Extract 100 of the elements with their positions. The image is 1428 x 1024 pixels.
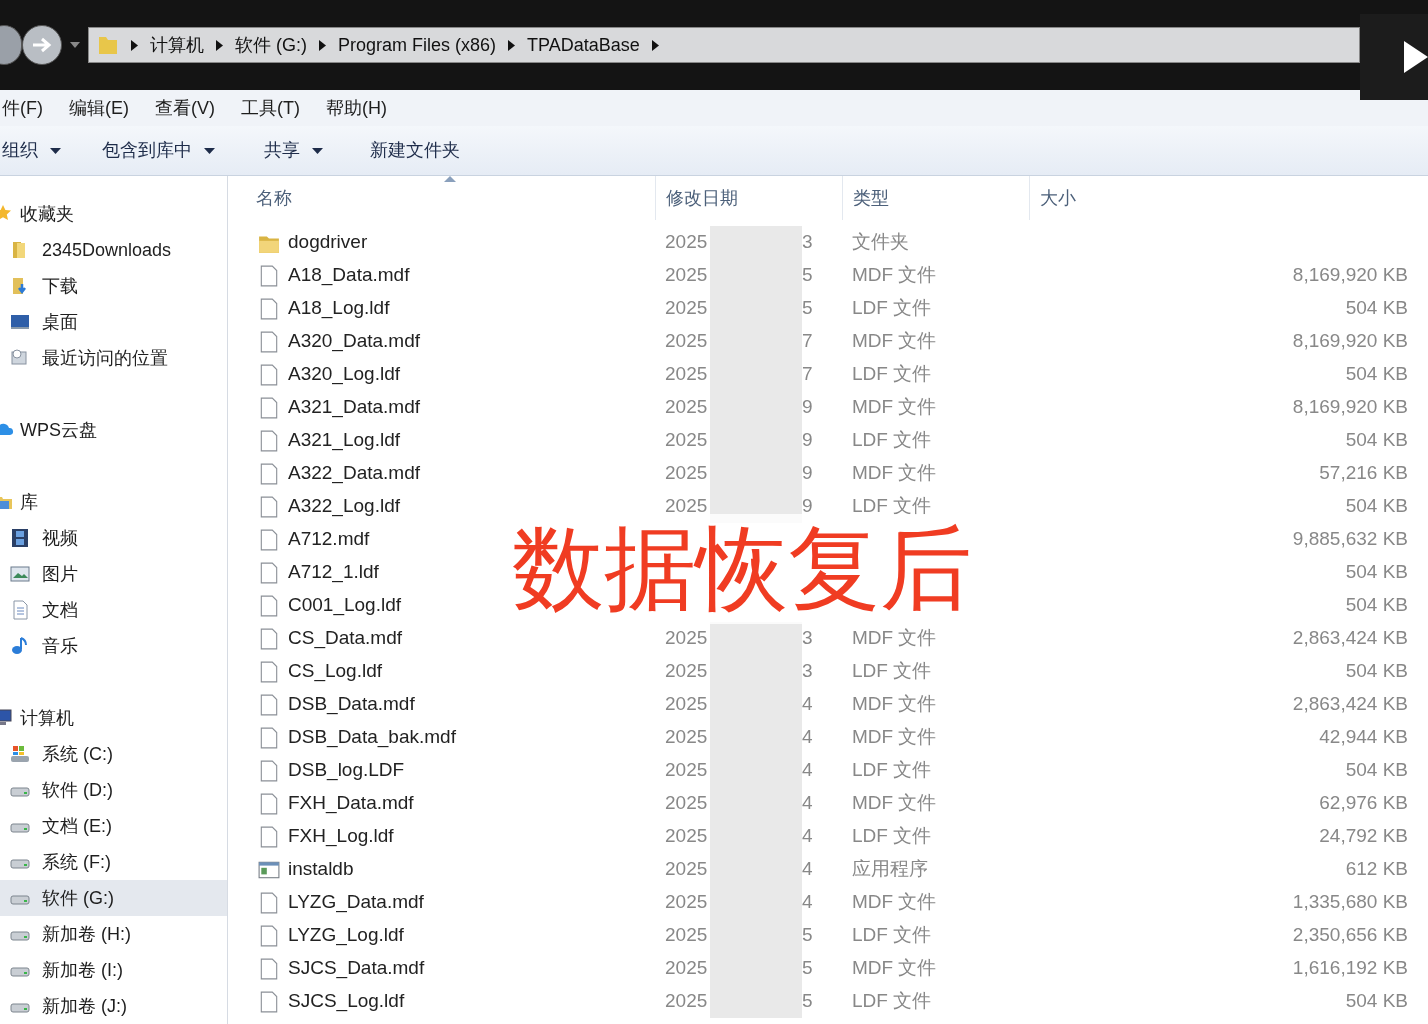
- nav-group-header[interactable]: 库: [0, 484, 227, 520]
- breadcrumb-item[interactable]: TPADataBase: [527, 31, 640, 59]
- file-name[interactable]: instaldb: [288, 855, 354, 884]
- size-text: 2,863,424 KB: [1292, 627, 1408, 649]
- date-text: 4: [802, 725, 813, 750]
- menu-item[interactable]: 帮助(H): [325, 94, 387, 122]
- file-icon: [258, 330, 280, 353]
- type-text: MDF 文件: [852, 891, 937, 913]
- nav-item[interactable]: 新加卷 (I:): [0, 952, 227, 988]
- type-text: MDF 文件: [852, 726, 937, 748]
- nav-group-header[interactable]: WPS云盘: [0, 412, 227, 448]
- column-header[interactable]: 类型: [842, 176, 1029, 220]
- file-name[interactable]: A320_Log.ldf: [288, 360, 400, 389]
- nav-item[interactable]: 文档: [0, 592, 227, 628]
- date-text: 5: [802, 989, 813, 1014]
- date-text: 2025: [665, 725, 709, 750]
- file-name[interactable]: A321_Data.mdf: [288, 393, 421, 422]
- toolbar-button[interactable]: 组织: [2, 137, 98, 164]
- date-text: 2025: [665, 890, 709, 915]
- menu-item[interactable]: 查看(V): [155, 94, 215, 122]
- date-text: 2025: [665, 296, 709, 321]
- nav-item[interactable]: 桌面: [0, 304, 227, 340]
- nav-item[interactable]: 最近访问的位置: [0, 340, 227, 376]
- nav-item[interactable]: 新加卷 (H:): [0, 916, 227, 952]
- column-header[interactable]: 修改日期: [655, 176, 842, 220]
- nav-item[interactable]: 软件 (D:): [0, 772, 227, 808]
- file-name[interactable]: DSB_Data.mdf: [288, 690, 415, 719]
- date-text: 2025: [665, 791, 709, 816]
- file-icon: [258, 957, 280, 980]
- file-name[interactable]: SJCS_Data.mdf: [288, 954, 425, 983]
- size-text: 42,944 KB: [1319, 726, 1408, 748]
- file-name[interactable]: FXH_Log.ldf: [288, 822, 394, 851]
- nav-item[interactable]: 下载: [0, 268, 227, 304]
- address-bar[interactable]: 计算机 软件 (G:) Program Files (x86) TPADataBase: [88, 27, 1360, 63]
- date-text: 5: [802, 956, 813, 981]
- file-name[interactable]: A712.mdf: [288, 525, 370, 554]
- file-name[interactable]: dogdriver: [288, 228, 368, 257]
- file-name[interactable]: A320_Data.mdf: [288, 327, 421, 356]
- nav-item[interactable]: 音乐: [0, 628, 227, 664]
- nav-group-header[interactable]: 计算机: [0, 700, 227, 736]
- nav-item[interactable]: 系统 (C:): [0, 736, 227, 772]
- date-text: 4: [802, 758, 813, 783]
- nav-item[interactable]: 2345Downloads: [0, 232, 227, 268]
- toolbar-button[interactable]: 共享: [260, 137, 366, 164]
- file-name[interactable]: SJCS_Log.ldf: [288, 987, 405, 1016]
- toolbar-button[interactable]: 包含到库中: [98, 137, 260, 164]
- column-header[interactable]: 大小: [1029, 176, 1428, 220]
- film-icon: [10, 528, 30, 548]
- file-name[interactable]: A321_Log.ldf: [288, 426, 400, 455]
- size-text: 62,976 KB: [1319, 792, 1408, 814]
- size-text: 8,169,920 KB: [1292, 330, 1408, 352]
- file-name[interactable]: A712_1.ldf: [288, 558, 379, 587]
- file-name[interactable]: CS_Log.ldf: [288, 657, 382, 686]
- toolbar-button[interactable]: 新建文件夹: [366, 137, 486, 164]
- nav-item[interactable]: 软件 (G:): [0, 880, 227, 916]
- nav-item[interactable]: 图片: [0, 556, 227, 592]
- file-name[interactable]: A18_Log.ldf: [288, 294, 390, 323]
- size-text: 504 KB: [1345, 561, 1408, 583]
- nav-group-header[interactable]: 收藏夹: [0, 196, 227, 232]
- date-text: 9: [802, 461, 813, 486]
- date-text: 2025: [665, 923, 709, 948]
- nav-item[interactable]: 文档 (E:): [0, 808, 227, 844]
- breadcrumb-item[interactable]: 软件 (G:): [235, 31, 307, 59]
- breadcrumb-item[interactable]: Program Files (x86): [338, 31, 497, 59]
- computer-icon: [0, 708, 14, 728]
- file-icon: [258, 297, 280, 320]
- date-text: 2025: [665, 989, 709, 1014]
- menu-item[interactable]: 编辑(E): [69, 94, 129, 122]
- date-text: 5: [802, 296, 813, 321]
- file-name[interactable]: FXH_Data.mdf: [288, 789, 414, 818]
- file-icon: [258, 924, 280, 947]
- forward-button[interactable]: [22, 25, 62, 65]
- nav-item[interactable]: 视频: [0, 520, 227, 556]
- play-icon: [1404, 41, 1428, 73]
- file-name[interactable]: A18_Data.mdf: [288, 261, 410, 290]
- file-icon: [258, 462, 280, 485]
- column-header[interactable]: 名称: [228, 176, 655, 220]
- file-name[interactable]: CS_Data.mdf: [288, 624, 403, 653]
- file-name[interactable]: A322_Data.mdf: [288, 459, 421, 488]
- breadcrumb-item[interactable]: 计算机: [150, 31, 204, 59]
- date-text: 4: [802, 890, 813, 915]
- date-text: 2025: [665, 362, 709, 387]
- file-icon: [258, 363, 280, 386]
- type-text: MDF 文件: [852, 462, 937, 484]
- size-text: 504 KB: [1345, 990, 1408, 1012]
- drive-icon: [10, 744, 30, 764]
- file-icon: [258, 627, 280, 650]
- file-name[interactable]: LYZG_Log.ldf: [288, 921, 404, 950]
- file-name[interactable]: DSB_Data_bak.mdf: [288, 723, 456, 752]
- menu-item[interactable]: 件(F): [2, 94, 43, 122]
- file-name[interactable]: C001_Log.ldf: [288, 591, 402, 620]
- file-name[interactable]: A322_Log.ldf: [288, 492, 400, 521]
- file-icon: [258, 429, 280, 452]
- file-name[interactable]: LYZG_Data.mdf: [288, 888, 424, 917]
- file-name[interactable]: DSB_log.LDF: [288, 756, 405, 785]
- chevron-right-icon: [651, 39, 659, 51]
- chevron-right-icon: [508, 39, 516, 51]
- menu-item[interactable]: 工具(T): [241, 94, 300, 122]
- nav-item[interactable]: 新加卷 (J:): [0, 988, 227, 1024]
- nav-item[interactable]: 系统 (F:): [0, 844, 227, 880]
